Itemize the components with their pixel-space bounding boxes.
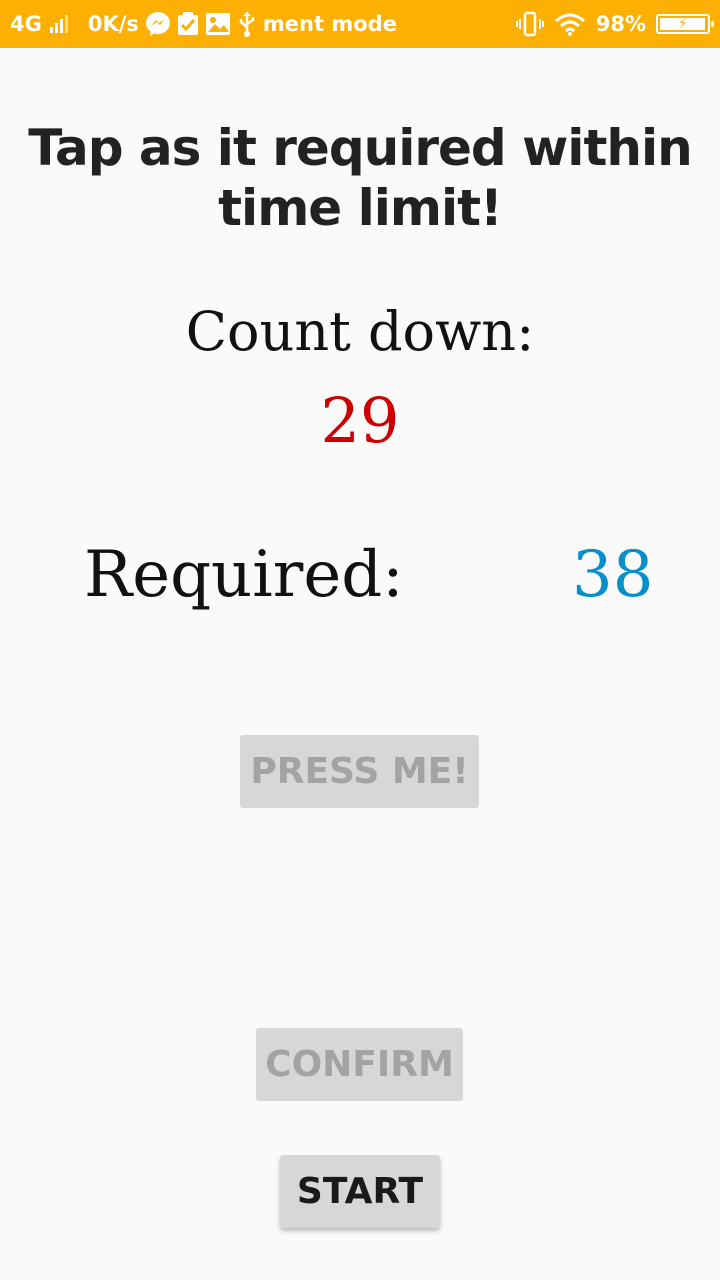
signal-icon [49,15,68,33]
notification-text: ment mode [262,12,397,36]
vibrate-icon [515,11,544,37]
status-bar: 4G 0K/s ment mode 98% ⚡ [0,0,720,48]
required-label: Required: [84,538,404,612]
countdown-value: 29 [320,384,400,457]
network-speed: 0K/s [87,12,139,36]
network-type: 4G [10,12,42,36]
battery-percent: 98% [595,12,646,36]
status-bar-right: 98% ⚡ [515,0,714,48]
required-value: 38 [572,538,654,612]
start-button[interactable]: START [280,1155,440,1228]
countdown-label: Count down: [185,300,535,363]
wifi-icon [554,12,586,36]
status-bar-left: 4G 0K/s ment mode [10,0,397,48]
gallery-icon [205,12,231,36]
messenger-icon [145,11,171,37]
page-title: Tap as it required within time limit! [28,119,692,237]
confirm-button[interactable]: CONFIRM [256,1028,463,1101]
battery-charging-icon: ⚡ [656,14,714,34]
usb-icon [237,11,257,37]
press-me-button[interactable]: PRESS ME! [240,735,479,808]
check-icon [177,12,199,36]
